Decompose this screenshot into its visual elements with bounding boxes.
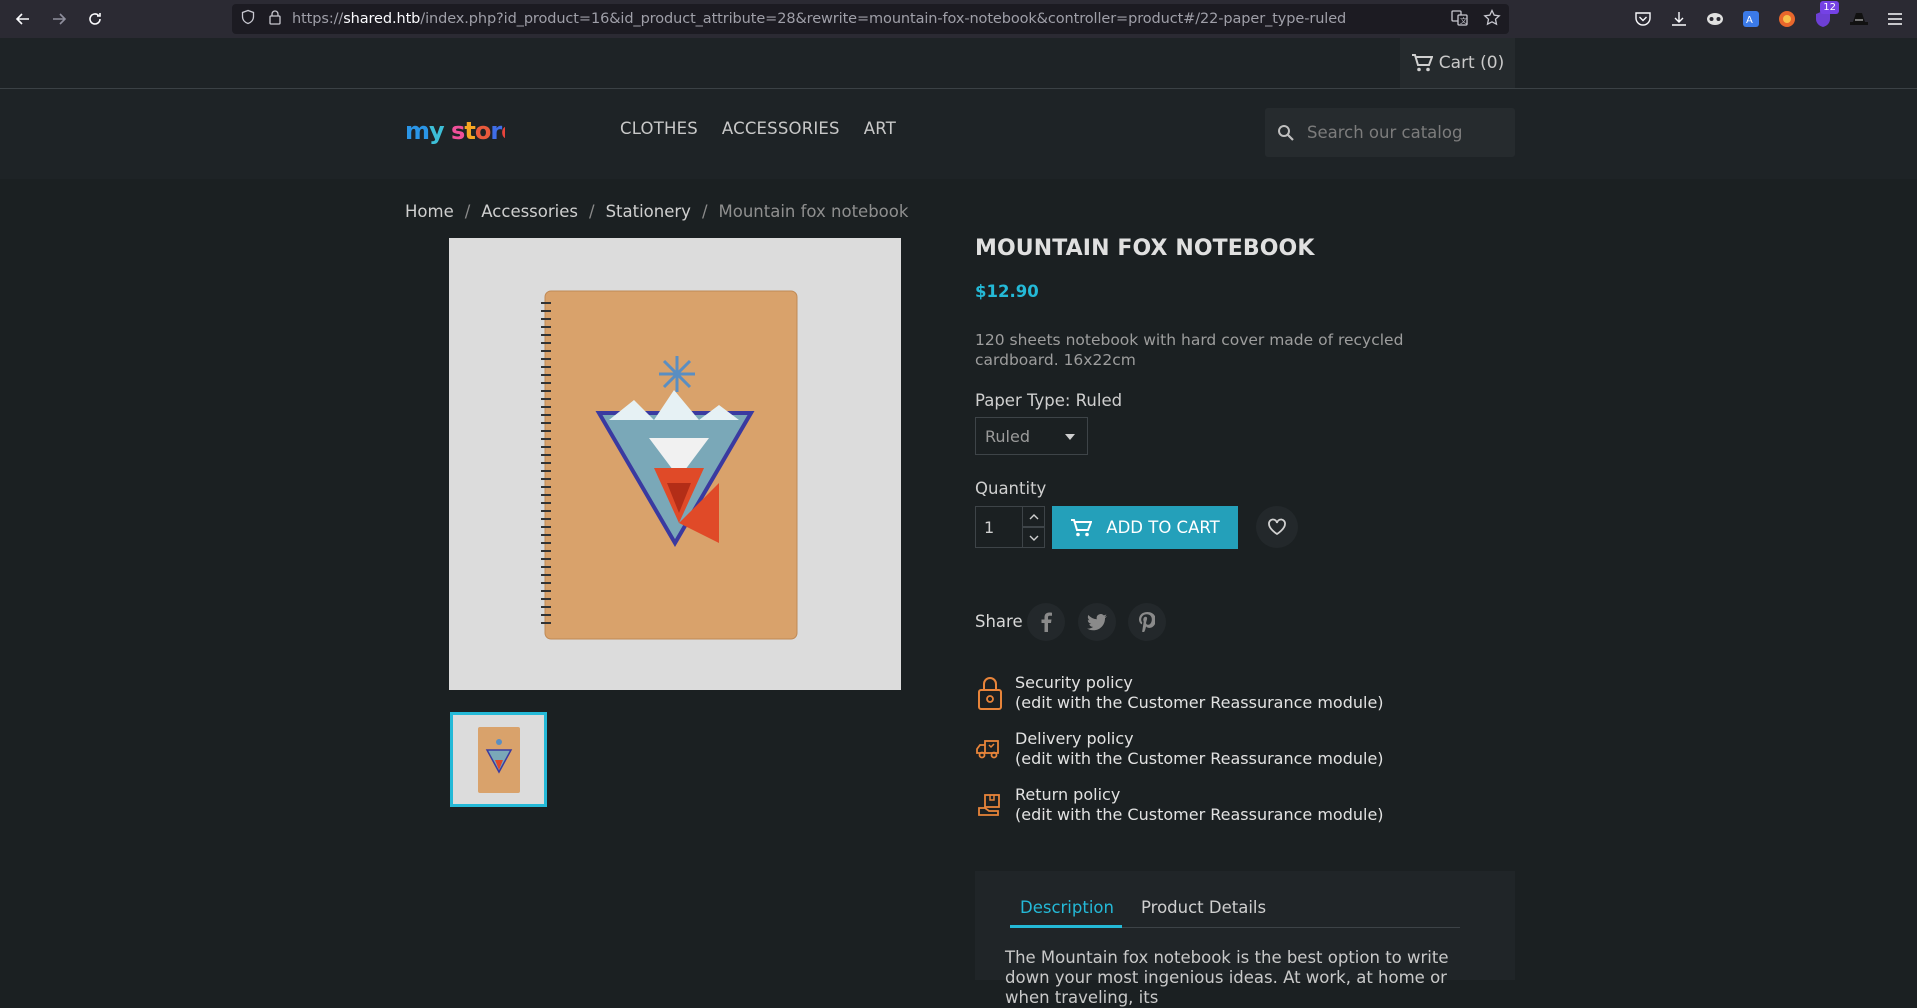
breadcrumb-current: Mountain fox notebook xyxy=(718,202,909,221)
translate-icon[interactable]: 文 xyxy=(1451,9,1469,31)
reassurance-return: Return policy (edit with the Customer Re… xyxy=(975,785,1384,825)
menu-item-art[interactable]: ART xyxy=(864,119,896,138)
reassurance-subtitle: (edit with the Customer Reassurance modu… xyxy=(1015,805,1384,824)
cart-label: Cart (0) xyxy=(1438,53,1505,73)
extension-fox-icon[interactable] xyxy=(1774,5,1799,33)
reassurance-security: Security policy (edit with the Customer … xyxy=(975,673,1384,713)
menu-item-accessories[interactable]: ACCESSORIES xyxy=(722,119,840,138)
reassurance-title: Security policy xyxy=(1015,673,1133,692)
extension-hat-icon[interactable] xyxy=(1846,5,1871,33)
breadcrumb-home[interactable]: Home xyxy=(405,202,454,221)
search-box xyxy=(1265,108,1515,157)
search-icon xyxy=(1278,124,1294,141)
reassurance-subtitle: (edit with the Customer Reassurance modu… xyxy=(1015,693,1384,712)
quantity-value: 1 xyxy=(984,517,995,537)
pocket-icon[interactable] xyxy=(1630,5,1655,33)
reassurance-subtitle: (edit with the Customer Reassurance modu… xyxy=(1015,749,1384,768)
product-tabs: Description Product Details The Mountain… xyxy=(975,871,1515,1007)
svg-text:my store: my store xyxy=(405,117,505,145)
lock-icon xyxy=(268,9,282,29)
quantity-input[interactable]: 1 xyxy=(975,506,1023,548)
twitter-share-button[interactable] xyxy=(1078,603,1116,641)
add-to-cart-label: ADD TO CART xyxy=(1106,518,1220,537)
return-box-icon xyxy=(975,785,1005,825)
product-description: 120 sheets notebook with hard cover made… xyxy=(975,331,1404,369)
description-text: The Mountain fox notebook is the best op… xyxy=(1005,948,1449,1007)
reassurance-delivery: Delivery policy (edit with the Customer … xyxy=(975,729,1384,769)
search-input[interactable] xyxy=(1307,123,1487,142)
paper-type-label: Paper Type: Ruled xyxy=(975,391,1123,410)
wishlist-button[interactable] xyxy=(1256,506,1298,548)
tab-product-details[interactable]: Product Details xyxy=(1141,898,1266,917)
hamburger-menu-icon[interactable] xyxy=(1882,5,1907,33)
url-bar[interactable]: https://shared.htb/index.php?id_product=… xyxy=(232,4,1509,34)
product-title: MOUNTAIN FOX NOTEBOOK xyxy=(975,236,1315,261)
breadcrumb-separator: / xyxy=(464,202,471,221)
tab-description[interactable]: Description xyxy=(1020,898,1114,917)
product-thumbnail[interactable] xyxy=(450,712,547,807)
paper-type-select[interactable]: Ruled xyxy=(975,417,1088,455)
extension-badge: 12 xyxy=(1820,1,1839,14)
forward-button[interactable] xyxy=(41,1,77,37)
bookmark-star-icon[interactable] xyxy=(1483,8,1501,31)
chevron-down-icon xyxy=(1065,434,1075,440)
breadcrumb-accessories[interactable]: Accessories xyxy=(481,202,578,221)
browser-toolbar: https://shared.htb/index.php?id_product=… xyxy=(0,0,1917,38)
breadcrumb-separator: / xyxy=(589,202,595,221)
pinterest-icon xyxy=(1139,612,1155,632)
heart-icon xyxy=(1268,518,1286,536)
quantity-increase-button[interactable] xyxy=(1022,506,1045,527)
extension-mask-icon[interactable] xyxy=(1702,5,1727,33)
lock-icon xyxy=(975,673,1005,713)
reload-icon xyxy=(89,13,101,25)
menu-item-clothes[interactable]: CLOTHES xyxy=(620,119,698,138)
active-tab-indicator xyxy=(1010,925,1122,928)
facebook-icon xyxy=(1041,612,1052,632)
reassurance-title: Return policy xyxy=(1015,785,1121,804)
facebook-share-button[interactable] xyxy=(1027,603,1065,641)
product-price: $12.90 xyxy=(975,282,1039,301)
url-text: https://shared.htb/index.php?id_product=… xyxy=(292,11,1347,27)
cart-icon xyxy=(1071,518,1093,536)
extension-shield-icon[interactable]: 12 xyxy=(1810,1,1839,33)
arrow-right-icon xyxy=(53,13,67,25)
chevron-down-icon xyxy=(1029,535,1038,541)
pinterest-share-button[interactable] xyxy=(1128,603,1166,641)
product-main-image[interactable] xyxy=(449,238,901,690)
quantity-decrease-button[interactable] xyxy=(1022,527,1045,548)
breadcrumb-separator: / xyxy=(701,202,708,221)
svg-text:文: 文 xyxy=(1460,16,1467,25)
share-label: Share xyxy=(975,612,1023,631)
quantity-label: Quantity xyxy=(975,479,1047,498)
cart-button[interactable]: Cart (0) xyxy=(1400,38,1515,88)
breadcrumb-stationery[interactable]: Stationery xyxy=(606,202,691,221)
reload-button[interactable] xyxy=(77,1,113,37)
breadcrumb: Home / Accessories / Stationery / Mounta… xyxy=(405,202,908,221)
reassurance-title: Delivery policy xyxy=(1015,729,1134,748)
extension-translate-icon[interactable]: A xyxy=(1738,5,1763,33)
svg-text:A: A xyxy=(1746,15,1753,26)
store-logo[interactable]: my store xyxy=(405,117,518,153)
add-to-cart-button[interactable]: ADD TO CART xyxy=(1052,506,1238,549)
shop-header: my store CLOTHES ACCESSORIES ART xyxy=(0,89,1917,179)
main-menu: CLOTHES ACCESSORIES ART xyxy=(620,119,896,138)
twitter-icon xyxy=(1087,613,1107,630)
shop-topbar: Cart (0) xyxy=(0,38,1917,89)
chevron-up-icon xyxy=(1029,513,1038,519)
truck-icon xyxy=(975,729,1005,769)
shield-icon xyxy=(240,9,256,29)
download-icon[interactable] xyxy=(1666,5,1691,33)
back-button[interactable] xyxy=(5,1,41,37)
cart-icon xyxy=(1411,54,1433,72)
paper-type-value: Ruled xyxy=(985,426,1030,446)
arrow-left-icon xyxy=(15,13,29,25)
